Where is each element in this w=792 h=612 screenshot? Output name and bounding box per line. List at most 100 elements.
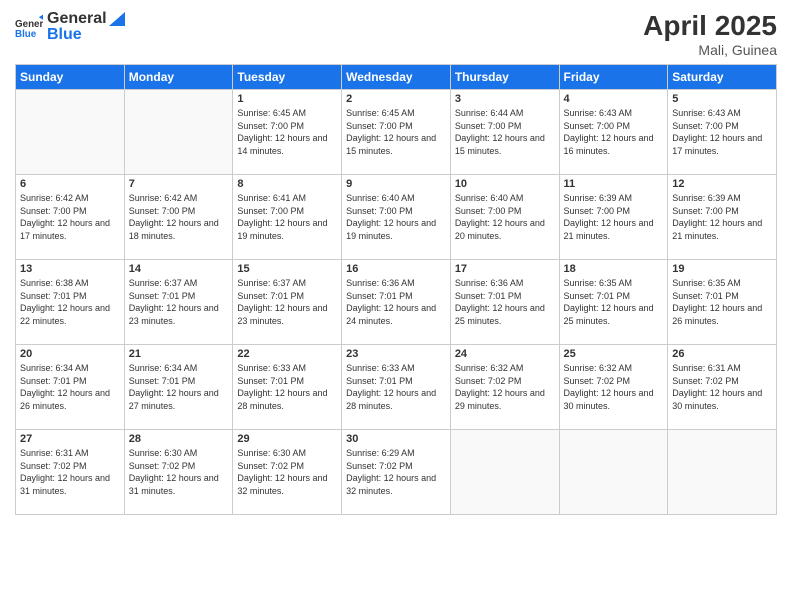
title-block: April 2025 Mali, Guinea xyxy=(643,10,777,58)
table-row: 11 Sunrise: 6:39 AM Sunset: 7:00 PM Dayli… xyxy=(559,175,668,260)
cell-info: Sunrise: 6:32 AM Sunset: 7:02 PM Dayligh… xyxy=(564,362,664,412)
cell-info: Sunrise: 6:39 AM Sunset: 7:00 PM Dayligh… xyxy=(672,192,772,242)
logo-triangle-icon xyxy=(109,12,125,26)
cell-date: 7 xyxy=(129,178,229,190)
cell-info: Sunrise: 6:40 AM Sunset: 7:00 PM Dayligh… xyxy=(455,192,555,242)
table-row: 10 Sunrise: 6:40 AM Sunset: 7:00 PM Dayli… xyxy=(450,175,559,260)
table-row: 19 Sunrise: 6:35 AM Sunset: 7:01 PM Dayli… xyxy=(668,260,777,345)
logo: General Blue General Blue xyxy=(15,10,125,43)
table-row: 8 Sunrise: 6:41 AM Sunset: 7:00 PM Daylig… xyxy=(233,175,342,260)
cell-date: 19 xyxy=(672,263,772,275)
cell-date: 11 xyxy=(564,178,664,190)
cell-info: Sunrise: 6:29 AM Sunset: 7:02 PM Dayligh… xyxy=(346,447,446,497)
cell-date: 28 xyxy=(129,433,229,445)
table-row xyxy=(668,430,777,515)
cell-date: 3 xyxy=(455,93,555,105)
table-row: 13 Sunrise: 6:38 AM Sunset: 7:01 PM Dayli… xyxy=(16,260,125,345)
cell-date: 6 xyxy=(20,178,120,190)
table-row: 20 Sunrise: 6:34 AM Sunset: 7:01 PM Dayli… xyxy=(16,345,125,430)
cell-date: 13 xyxy=(20,263,120,275)
table-row: 12 Sunrise: 6:39 AM Sunset: 7:00 PM Dayli… xyxy=(668,175,777,260)
cell-date: 27 xyxy=(20,433,120,445)
cell-date: 9 xyxy=(346,178,446,190)
cell-info: Sunrise: 6:37 AM Sunset: 7:01 PM Dayligh… xyxy=(129,277,229,327)
svg-text:Blue: Blue xyxy=(15,28,37,39)
table-row: 5 Sunrise: 6:43 AM Sunset: 7:00 PM Daylig… xyxy=(668,90,777,175)
cell-date: 20 xyxy=(20,348,120,360)
table-row: 28 Sunrise: 6:30 AM Sunset: 7:02 PM Dayli… xyxy=(124,430,233,515)
cell-info: Sunrise: 6:30 AM Sunset: 7:02 PM Dayligh… xyxy=(237,447,337,497)
cell-date: 5 xyxy=(672,93,772,105)
cell-date: 29 xyxy=(237,433,337,445)
location-title: Mali, Guinea xyxy=(643,42,777,58)
cell-date: 2 xyxy=(346,93,446,105)
cell-date: 23 xyxy=(346,348,446,360)
table-row: 16Sunrise: 6:36 AM Sunset: 7:01 PM Dayli… xyxy=(342,260,451,345)
cell-info: Sunrise: 6:44 AM Sunset: 7:00 PM Dayligh… xyxy=(455,107,555,157)
header-saturday: Saturday xyxy=(668,65,777,90)
table-row xyxy=(559,430,668,515)
cell-info: Sunrise: 6:45 AM Sunset: 7:00 PM Dayligh… xyxy=(346,107,446,157)
table-row: 23 Sunrise: 6:33 AM Sunset: 7:01 PM Dayli… xyxy=(342,345,451,430)
cell-date: 4 xyxy=(564,93,664,105)
table-row: 3 Sunrise: 6:44 AM Sunset: 7:00 PM Daylig… xyxy=(450,90,559,175)
cell-info: Sunrise: 6:35 AM Sunset: 7:01 PM Dayligh… xyxy=(564,277,664,327)
table-row: 22Sunrise: 6:33 AM Sunset: 7:01 PM Dayli… xyxy=(233,345,342,430)
cell-date: 21 xyxy=(129,348,229,360)
cell-info: Sunrise: 6:45 AM Sunset: 7:00 PM Dayligh… xyxy=(237,107,337,157)
cell-date: 1 xyxy=(237,93,337,105)
table-row: 2 Sunrise: 6:45 AM Sunset: 7:00 PM Daylig… xyxy=(342,90,451,175)
cell-info: Sunrise: 6:33 AM Sunset: 7:01 PM Dayligh… xyxy=(237,362,337,412)
cell-date: 10 xyxy=(455,178,555,190)
calendar-page: General Blue General Blue April 2025 Mal… xyxy=(0,0,792,612)
cell-date: 26 xyxy=(672,348,772,360)
calendar-table: Sunday Monday Tuesday Wednesday Thursday… xyxy=(15,64,777,515)
cell-date: 12 xyxy=(672,178,772,190)
logo-icon: General Blue xyxy=(15,13,43,41)
month-year-title: April 2025 xyxy=(643,10,777,42)
cell-info: Sunrise: 6:43 AM Sunset: 7:00 PM Dayligh… xyxy=(564,107,664,157)
cell-date: 8 xyxy=(237,178,337,190)
cell-info: Sunrise: 6:34 AM Sunset: 7:01 PM Dayligh… xyxy=(20,362,120,412)
cell-date: 17 xyxy=(455,263,555,275)
header-sunday: Sunday xyxy=(16,65,125,90)
cell-info: Sunrise: 6:38 AM Sunset: 7:01 PM Dayligh… xyxy=(20,277,120,327)
cell-date: 25 xyxy=(564,348,664,360)
cell-info: Sunrise: 6:42 AM Sunset: 7:00 PM Dayligh… xyxy=(20,192,120,242)
cell-info: Sunrise: 6:36 AM Sunset: 7:01 PM Dayligh… xyxy=(346,277,446,327)
cell-info: Sunrise: 6:39 AM Sunset: 7:00 PM Dayligh… xyxy=(564,192,664,242)
table-row: 26 Sunrise: 6:31 AM Sunset: 7:02 PM Dayli… xyxy=(668,345,777,430)
cell-info: Sunrise: 6:43 AM Sunset: 7:00 PM Dayligh… xyxy=(672,107,772,157)
cell-info: Sunrise: 6:37 AM Sunset: 7:01 PM Dayligh… xyxy=(237,277,337,327)
table-row xyxy=(16,90,125,175)
cell-info: Sunrise: 6:41 AM Sunset: 7:00 PM Dayligh… xyxy=(237,192,337,242)
table-row: 27 Sunrise: 6:31 AM Sunset: 7:02 PM Dayli… xyxy=(16,430,125,515)
days-header-row: Sunday Monday Tuesday Wednesday Thursday… xyxy=(16,65,777,90)
cell-info: Sunrise: 6:35 AM Sunset: 7:01 PM Dayligh… xyxy=(672,277,772,327)
cell-info: Sunrise: 6:36 AM Sunset: 7:01 PM Dayligh… xyxy=(455,277,555,327)
cell-info: Sunrise: 6:33 AM Sunset: 7:01 PM Dayligh… xyxy=(346,362,446,412)
cell-date: 15 xyxy=(237,263,337,275)
table-row xyxy=(124,90,233,175)
table-row: 24 Sunrise: 6:32 AM Sunset: 7:02 PM Dayli… xyxy=(450,345,559,430)
cell-date: 24 xyxy=(455,348,555,360)
header-monday: Monday xyxy=(124,65,233,90)
cell-date: 14 xyxy=(129,263,229,275)
logo-blue: Blue xyxy=(47,26,125,44)
table-row: 18 Sunrise: 6:35 AM Sunset: 7:01 PM Dayli… xyxy=(559,260,668,345)
cell-info: Sunrise: 6:42 AM Sunset: 7:00 PM Dayligh… xyxy=(129,192,229,242)
cell-info: Sunrise: 6:31 AM Sunset: 7:02 PM Dayligh… xyxy=(20,447,120,497)
header-wednesday: Wednesday xyxy=(342,65,451,90)
table-row: 9 Sunrise: 6:40 AM Sunset: 7:00 PM Daylig… xyxy=(342,175,451,260)
cell-info: Sunrise: 6:40 AM Sunset: 7:00 PM Dayligh… xyxy=(346,192,446,242)
cell-date: 18 xyxy=(564,263,664,275)
table-row: 17 Sunrise: 6:36 AM Sunset: 7:01 PM Dayli… xyxy=(450,260,559,345)
header-thursday: Thursday xyxy=(450,65,559,90)
cell-info: Sunrise: 6:32 AM Sunset: 7:02 PM Dayligh… xyxy=(455,362,555,412)
cell-info: Sunrise: 6:30 AM Sunset: 7:02 PM Dayligh… xyxy=(129,447,229,497)
cell-info: Sunrise: 6:34 AM Sunset: 7:01 PM Dayligh… xyxy=(129,362,229,412)
table-row: 29 Sunrise: 6:30 AM Sunset: 7:02 PM Dayli… xyxy=(233,430,342,515)
cell-date: 30 xyxy=(346,433,446,445)
cell-info: Sunrise: 6:31 AM Sunset: 7:02 PM Dayligh… xyxy=(672,362,772,412)
table-row: 25 Sunrise: 6:32 AM Sunset: 7:02 PM Dayli… xyxy=(559,345,668,430)
